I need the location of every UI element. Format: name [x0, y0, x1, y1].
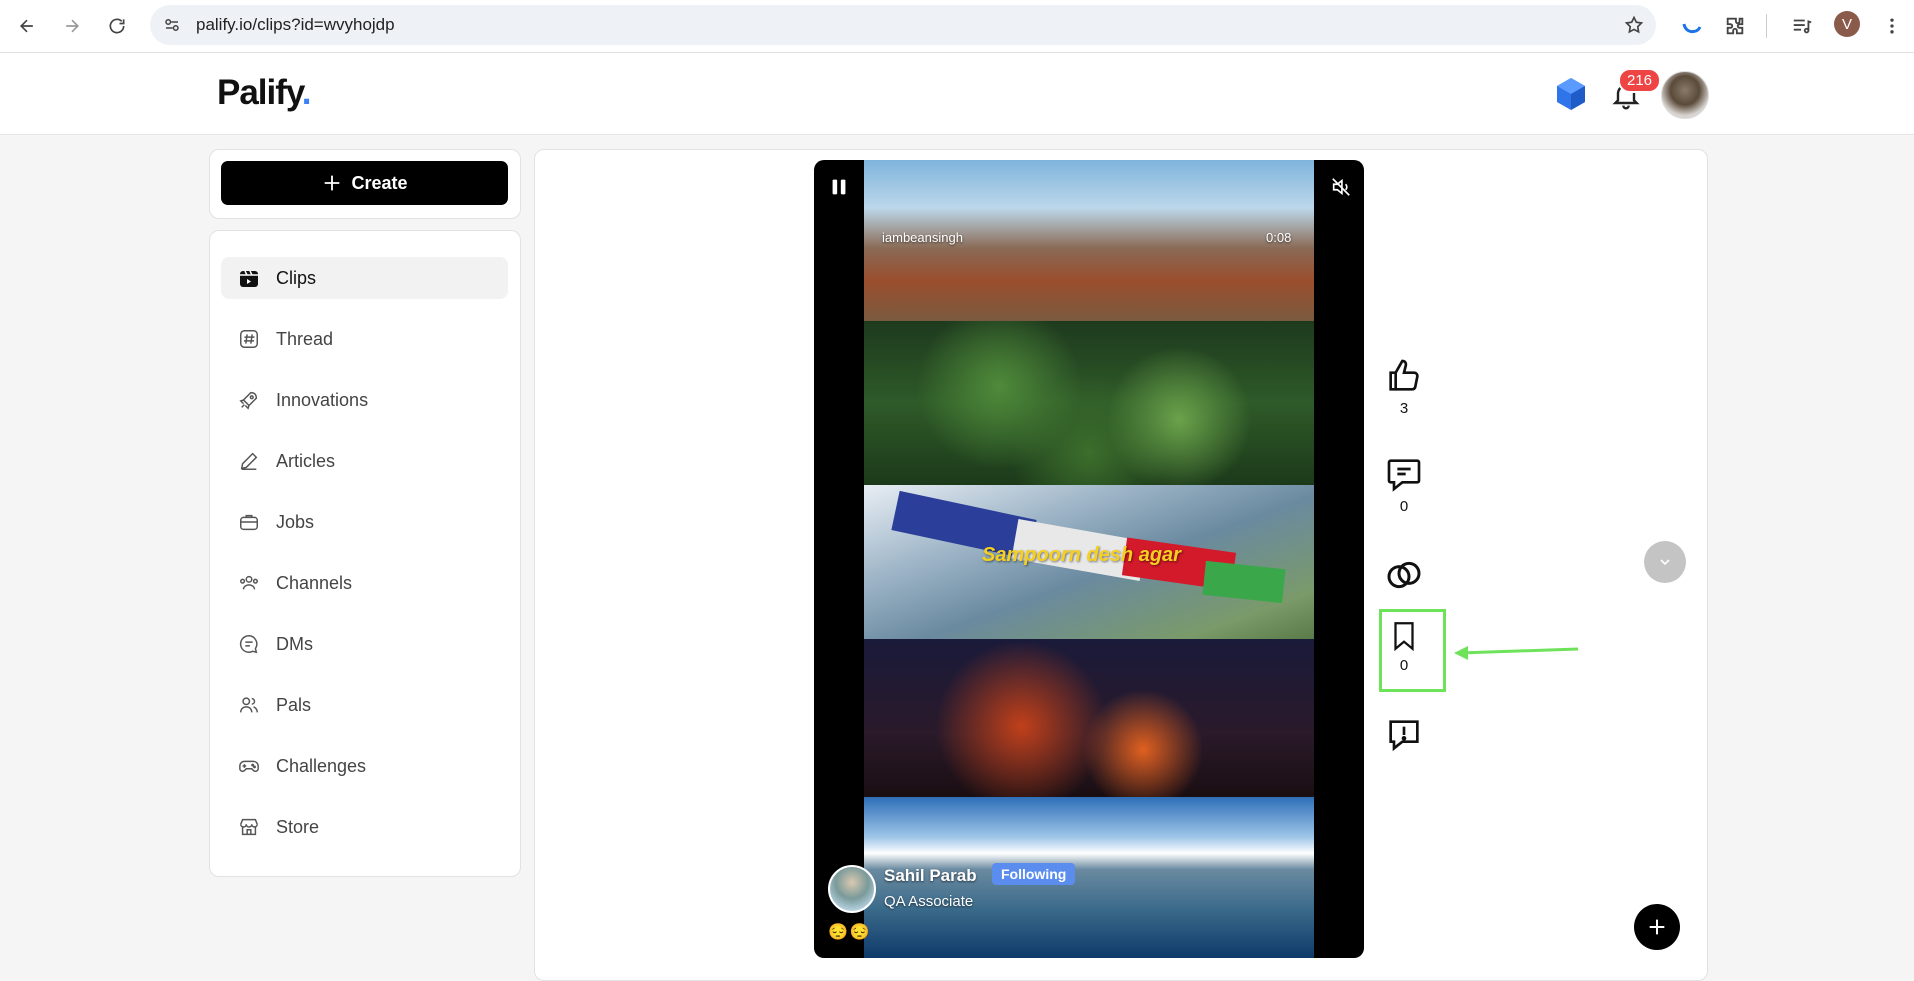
sidebar-item-channels[interactable]: Channels [221, 562, 508, 604]
arrow-right-icon [66, 19, 80, 33]
report-icon [1389, 720, 1419, 752]
sidebar-item-clips[interactable]: Clips [221, 257, 508, 299]
comment-count: 0 [1399, 498, 1409, 515]
sidebar-item-pals[interactable]: Pals [221, 684, 508, 726]
app-header: Palify. 216 [0, 53, 1914, 135]
address-bar[interactable]: palify.io/clips?id=wvyhojdp [150, 5, 1656, 45]
user-avatar[interactable] [1661, 71, 1709, 119]
pencil-icon [236, 448, 262, 474]
video-username[interactable]: iambeansingh [882, 230, 963, 245]
pals-icon [236, 692, 262, 718]
clips-icon [236, 265, 262, 291]
create-panel: Create [209, 149, 521, 219]
like-button[interactable]: 3 [1380, 356, 1428, 417]
scroll-down-button[interactable] [1644, 541, 1686, 583]
report-button[interactable] [1380, 715, 1428, 755]
sidebar-nav: Clips Thread Innovations Articles Jobs C… [209, 230, 521, 877]
reload-icon [109, 18, 125, 34]
flag-green [1202, 560, 1286, 604]
puzzle-icon[interactable] [1719, 10, 1751, 42]
annotation-highlight-box [1379, 609, 1446, 692]
rocket-icon [236, 387, 262, 413]
gamepad-icon [236, 753, 262, 779]
author-role: QA Associate [884, 893, 974, 910]
thumbs-up-icon [1389, 359, 1419, 391]
comment-icon [1387, 459, 1421, 492]
sidebar-item-label: Challenges [276, 755, 367, 776]
sidebar-item-label: DMs [276, 633, 313, 654]
plus-icon [325, 175, 340, 191]
arrow-left-icon [19, 19, 33, 33]
share-link-icon [1387, 561, 1421, 589]
chat-icon [236, 631, 262, 657]
video-timestamp: 0:08 [1266, 230, 1292, 245]
add-clip-button[interactable] [1634, 904, 1680, 950]
extension-icon[interactable] [1676, 10, 1708, 42]
like-count: 3 [1399, 400, 1409, 417]
sidebar-item-challenges[interactable]: Challenges [221, 745, 508, 787]
forward-button[interactable] [54, 8, 90, 44]
store-icon [236, 814, 262, 840]
sidebar-item-innovations[interactable]: Innovations [221, 379, 508, 421]
palify-logo[interactable]: Palify. [217, 73, 311, 113]
create-button[interactable]: Create [221, 161, 508, 205]
annotation-arrow [1454, 646, 1579, 660]
author-avatar[interactable] [828, 865, 876, 913]
create-label: Create [351, 172, 408, 193]
following-button[interactable]: Following [992, 863, 1076, 885]
muted-speaker-icon[interactable] [1330, 176, 1352, 198]
sidebar-item-dms[interactable]: DMs [221, 623, 508, 665]
browser-profile-avatar[interactable]: V [1834, 11, 1860, 37]
plus-icon [1649, 919, 1665, 935]
sidebar-item-label: Thread [276, 328, 334, 349]
site-settings-icon[interactable] [160, 13, 184, 37]
logo-dot: . [301, 73, 312, 112]
sidebar-item-label: Articles [276, 450, 336, 471]
logo-text: Palify [217, 73, 303, 112]
sidebar-item-label: Jobs [276, 511, 315, 532]
sidebar-item-thread[interactable]: Thread [221, 318, 508, 360]
more-menu-icon[interactable] [1876, 10, 1908, 42]
gem-icon[interactable] [1554, 76, 1588, 112]
author-name[interactable]: Sahil Parab [884, 866, 977, 886]
briefcase-icon [236, 509, 262, 535]
url-text[interactable]: palify.io/clips?id=wvyhojdp [196, 5, 395, 45]
share-button[interactable] [1380, 555, 1428, 595]
sidebar-item-label: Channels [276, 572, 353, 593]
video-scene-forest [864, 321, 1314, 485]
browser-toolbar: palify.io/clips?id=wvyhojdp V [0, 0, 1914, 53]
sidebar-item-label: Pals [276, 694, 312, 715]
reload-button[interactable] [99, 8, 135, 44]
media-queue-icon[interactable] [1786, 10, 1818, 42]
notification-badge: 216 [1618, 68, 1662, 93]
hash-icon [236, 326, 262, 352]
chevron-down-icon [1660, 559, 1670, 566]
video-caption: Sampoorn desh agar [982, 544, 1181, 566]
sidebar-item-label: Clips [276, 267, 317, 288]
sidebar-item-label: Store [276, 816, 320, 837]
sidebar-item-articles[interactable]: Articles [221, 440, 508, 482]
back-button[interactable] [9, 8, 45, 44]
video-scene-fire [864, 639, 1314, 797]
reaction-emojis: 😔😔 [828, 924, 872, 941]
comment-button[interactable]: 0 [1380, 454, 1428, 515]
bookmark-star-icon[interactable] [1622, 13, 1646, 37]
sidebar-item-label: Innovations [276, 389, 369, 410]
pause-icon[interactable] [828, 176, 850, 198]
video-player[interactable]: iambeansingh 0:08 Sampoorn desh agar Sah… [814, 160, 1364, 958]
sidebar-item-jobs[interactable]: Jobs [221, 501, 508, 543]
toolbar-divider [1766, 14, 1767, 38]
users-icon [236, 570, 262, 596]
sidebar-item-store[interactable]: Store [221, 806, 508, 848]
